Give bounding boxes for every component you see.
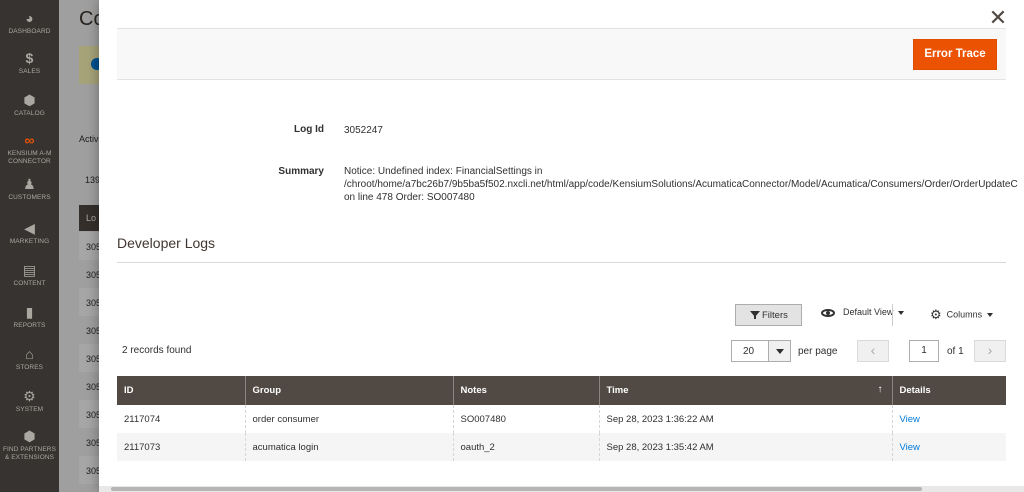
eye-icon	[821, 308, 835, 317]
nav-marketing[interactable]: ◀ MARKETING	[0, 220, 59, 246]
modal-actions-bar: Error Trace	[117, 28, 1006, 80]
table-row: 2117074 order consumer SO007480 Sep 28, …	[117, 405, 1006, 433]
nav-content-label: CONTENT	[13, 280, 46, 287]
column-header-notes[interactable]: Notes	[452, 376, 599, 405]
column-header-time-label: Time	[606, 385, 629, 396]
nav-sales-label: SALES	[18, 68, 41, 75]
cell-group: acumatica login	[244, 433, 453, 461]
log-details-modal: ✕ Error Trace Log Id 3052247 Summary Not…	[99, 0, 1024, 492]
nav-sales[interactable]: $ SALES	[0, 50, 59, 76]
cell-time: Sep 28, 2023 1:36:22 AM	[598, 405, 892, 433]
page-total-text: of 1	[947, 346, 964, 357]
nav-catalog[interactable]: ⬢ CATALOG	[0, 92, 59, 118]
cell-notes: SO007480	[452, 405, 599, 433]
cell-id: 2117073	[117, 433, 245, 461]
nav-dashboard[interactable]: ◕ DASHBOARD	[0, 10, 59, 36]
view-link[interactable]: View	[900, 442, 920, 453]
dashboard-icon: ◕	[25, 10, 34, 26]
nav-reports[interactable]: ▮ REPORTS	[0, 304, 59, 330]
records-found-text: 2 records found	[122, 345, 192, 356]
view-link[interactable]: View	[900, 414, 920, 425]
nav-system[interactable]: ⚙ SYSTEM	[0, 388, 59, 414]
section-divider	[117, 262, 1006, 263]
close-icon[interactable]: ✕	[987, 7, 1009, 30]
cell-notes: oauth_2	[452, 433, 599, 461]
nav-kensium-connector[interactable]: ∞ KENSIUM A-M CONNECTOR	[0, 132, 59, 166]
gear-icon: ⚙	[930, 307, 942, 322]
columns-control[interactable]: ⚙ Columns	[930, 307, 994, 323]
nav-reports-label: REPORTS	[13, 322, 46, 329]
developer-logs-title: Developer Logs	[117, 235, 216, 251]
summary-line-1: Notice: Undefined index: FinancialSettin…	[344, 166, 543, 177]
cell-details: View	[891, 433, 1006, 461]
gear-icon: ⚙	[23, 388, 36, 404]
dollar-icon: $	[25, 50, 34, 66]
cell-time: Sep 28, 2023 1:35:42 AM	[598, 433, 892, 461]
column-header-group[interactable]: Group	[244, 376, 453, 405]
admin-sidebar: ◕ DASHBOARD $ SALES ⬢ CATALOG ∞ KENSIUM …	[0, 0, 59, 492]
summary-label: Summary	[278, 166, 324, 177]
toolbar-divider	[892, 304, 893, 326]
column-header-details[interactable]: Details	[891, 376, 1006, 405]
next-page-button[interactable]: ›	[974, 340, 1006, 362]
page-number-input[interactable]: 1	[909, 340, 939, 362]
nav-find-partners[interactable]: ⬢ FIND PARTNERS & EXTENSIONS	[0, 428, 59, 462]
filters-button[interactable]: Filters	[735, 304, 802, 326]
column-header-time[interactable]: Time ↑	[598, 376, 892, 405]
per-page-label: per page	[798, 346, 838, 357]
store-icon: ⌂	[25, 346, 34, 362]
cell-id: 2117074	[117, 405, 245, 433]
nav-customers[interactable]: ♟ CUSTOMERS	[0, 176, 59, 202]
filter-icon-stem	[754, 315, 756, 319]
connector-icon: ∞	[24, 132, 35, 148]
columns-label: Columns	[946, 309, 983, 320]
nav-stores-label: STORES	[15, 364, 44, 371]
chevron-down-icon	[987, 313, 994, 317]
nav-kensium-connector-label: KENSIUM A-M CONNECTOR	[7, 150, 52, 165]
nav-stores[interactable]: ⌂ STORES	[0, 346, 59, 372]
box-icon: ⬢	[23, 92, 36, 108]
nav-system-label: SYSTEM	[15, 406, 44, 413]
previous-page-button[interactable]: ‹	[857, 340, 889, 362]
cell-group: order consumer	[244, 405, 453, 433]
summary-line-3: on line 478 Order: SO007480	[344, 192, 475, 203]
error-trace-button[interactable]: Error Trace	[913, 39, 997, 70]
grid-header-row: ID Group Notes Time ↑ Details	[117, 376, 1006, 405]
table-row: 2117073 acumatica login oauth_2 Sep 28, …	[117, 433, 1006, 461]
megaphone-icon: ◀	[24, 220, 35, 236]
nav-customers-label: CUSTOMERS	[8, 194, 51, 201]
nav-catalog-label: CATALOG	[14, 110, 45, 117]
nav-dashboard-label: DASHBOARD	[8, 28, 51, 35]
scrollbar-thumb[interactable]	[111, 487, 922, 491]
nav-find-partners-label: FIND PARTNERS & EXTENSIONS	[2, 446, 57, 461]
log-id-value: 3052247	[344, 125, 383, 136]
chevron-down-icon	[898, 310, 905, 315]
person-icon: ♟	[23, 176, 36, 192]
cube-icon: ⬢	[23, 428, 36, 444]
column-header-id[interactable]: ID	[117, 376, 245, 405]
cell-details: View	[891, 405, 1006, 433]
log-id-label: Log Id	[294, 124, 324, 135]
summary-line-2: /chroot/home/a7bc26b7/9b5ba5f502.nxcli.n…	[344, 179, 1018, 190]
horizontal-scrollbar[interactable]	[99, 486, 1024, 492]
filters-label: Filters	[762, 310, 788, 321]
bar-chart-icon: ▮	[25, 304, 34, 320]
per-page-select[interactable]: 20	[731, 340, 791, 362]
developer-logs-grid: ID Group Notes Time ↑ Details 2117074 ord…	[117, 376, 1006, 461]
view-label: Default View	[843, 307, 894, 317]
nav-marketing-label: MARKETING	[9, 238, 50, 245]
per-page-value: 20	[743, 346, 755, 357]
nav-content[interactable]: ▤ CONTENT	[0, 262, 59, 288]
sort-ascending-icon: ↑	[877, 384, 883, 395]
layout-icon: ▤	[22, 262, 37, 278]
chevron-down-icon[interactable]	[768, 341, 790, 361]
